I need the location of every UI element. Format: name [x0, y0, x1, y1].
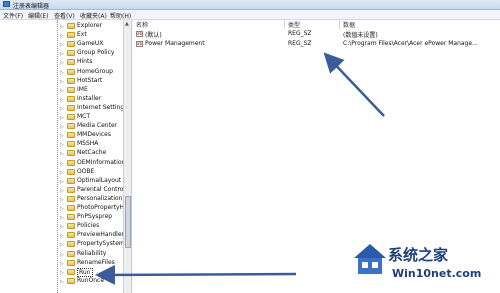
watermark-site-name: 系统之家 — [388, 246, 449, 264]
arrow-to-value — [323, 52, 385, 117]
watermark-url: Win10net.com — [392, 267, 482, 280]
watermark: 系统之家 Win10net.com — [352, 238, 500, 293]
house-logo-icon — [354, 244, 386, 274]
arrow-to-run-key — [95, 264, 297, 285]
